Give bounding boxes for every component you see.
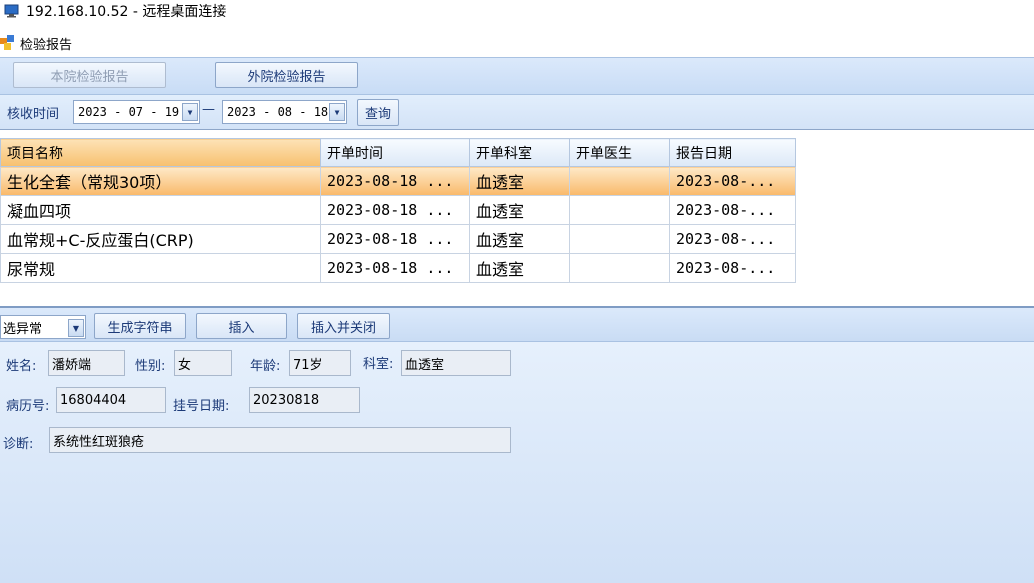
gender-label: 性别: (135, 359, 166, 374)
cell-order-doctor (569, 195, 670, 225)
gender-field[interactable]: 女 (174, 350, 232, 376)
cell-report-date: 2023-08-... (669, 224, 796, 254)
end-date-value: 2023 - 08 - 18 (227, 105, 329, 119)
name-label: 姓名: (6, 359, 37, 374)
cell-item-name: 尿常规 (0, 253, 321, 283)
query-button[interactable]: 查询 (357, 99, 399, 126)
results-grid: 项目名称 开单时间 开单科室 开单医生 报告日期 生化全套（常规30项） 202… (0, 138, 796, 283)
age-label: 年龄: (250, 359, 281, 374)
column-header-item-name[interactable]: 项目名称 (0, 138, 321, 167)
patient-info-panel: 姓名: 潘娇端 性别: 女 年龄: 71岁 科室: 血透室 病历号: 16804… (0, 342, 1034, 583)
start-date-value: 2023 - 07 - 19 (78, 105, 180, 119)
grid-header-row: 项目名称 开单时间 开单科室 开单医生 报告日期 (0, 138, 796, 167)
diagnosis-label: 诊断: (3, 437, 34, 452)
cell-order-time: 2023-08-18 ... (320, 224, 470, 254)
date-separator: — (202, 102, 215, 117)
dept-label: 科室: (363, 357, 394, 372)
cell-order-dept: 血透室 (469, 224, 570, 254)
start-date-picker[interactable]: 2023 - 07 - 19 ▼ (73, 100, 200, 124)
registration-date-label: 挂号日期: (173, 399, 230, 414)
report-source-toolbar: 本院检验报告 外院检验报告 (0, 57, 1034, 95)
abnormal-filter-select[interactable]: 选异常 ▼ (0, 315, 86, 339)
column-header-order-doctor[interactable]: 开单医生 (569, 138, 670, 167)
record-number-label: 病历号: (6, 399, 50, 414)
column-header-order-dept[interactable]: 开单科室 (469, 138, 570, 167)
rdp-title: 192.168.10.52 - 远程桌面连接 (26, 4, 227, 20)
cell-order-doctor (569, 253, 670, 283)
table-row[interactable]: 凝血四项 2023-08-18 ... 血透室 2023-08-... (0, 195, 796, 225)
cell-item-name: 凝血四项 (0, 195, 321, 225)
table-row[interactable]: 生化全套（常规30项） 2023-08-18 ... 血透室 2023-08-.… (0, 166, 796, 196)
cell-order-time: 2023-08-18 ... (320, 195, 470, 225)
cell-order-dept: 血透室 (469, 253, 570, 283)
record-number-field[interactable]: 16804404 (56, 387, 166, 413)
date-filter-bar: 核收时间 2023 - 07 - 19 ▼ — 2023 - 08 - 18 ▼… (0, 95, 1034, 129)
insert-button[interactable]: 插入 (196, 313, 287, 339)
abnormal-filter-value: 选异常 (3, 321, 43, 337)
cell-order-doctor (569, 224, 670, 254)
cell-order-time: 2023-08-18 ... (320, 166, 470, 196)
table-row[interactable]: 尿常规 2023-08-18 ... 血透室 2023-08-... (0, 253, 796, 283)
chevron-down-icon[interactable]: ▼ (68, 319, 84, 337)
cell-order-dept: 血透室 (469, 166, 570, 196)
registration-date-field[interactable]: 20230818 (249, 387, 360, 413)
end-date-picker[interactable]: 2023 - 08 - 18 ▼ (222, 100, 347, 124)
window-title: 检验报告 (20, 37, 73, 53)
column-header-order-time[interactable]: 开单时间 (320, 138, 470, 167)
generate-string-button[interactable]: 生成字符串 (94, 313, 186, 339)
window-titlebar: 检验报告 (0, 30, 1034, 56)
cell-report-date: 2023-08-... (669, 253, 796, 283)
name-field[interactable]: 潘娇端 (48, 350, 125, 376)
results-grid-area: 项目名称 开单时间 开单科室 开单医生 报告日期 生化全套（常规30项） 202… (0, 129, 1034, 306)
action-bar: 选异常 ▼ 生成字符串 插入 插入并关闭 (0, 306, 1034, 342)
cell-item-name: 血常规+C-反应蛋白(CRP) (0, 224, 321, 254)
cell-order-dept: 血透室 (469, 195, 570, 225)
age-field[interactable]: 71岁 (289, 350, 351, 376)
report-app-icon (0, 35, 14, 50)
cell-order-doctor (569, 166, 670, 196)
remote-desktop-icon (4, 4, 19, 18)
table-row[interactable]: 血常规+C-反应蛋白(CRP) 2023-08-18 ... 血透室 2023-… (0, 224, 796, 254)
chevron-down-icon[interactable]: ▼ (182, 103, 198, 121)
cell-order-time: 2023-08-18 ... (320, 253, 470, 283)
column-header-report-date[interactable]: 报告日期 (669, 138, 796, 167)
receive-time-label: 核收时间 (7, 107, 60, 122)
cell-item-name: 生化全套（常规30项） (0, 166, 321, 196)
external-report-button[interactable]: 外院检验报告 (215, 62, 358, 88)
diagnosis-field[interactable]: 系统性红斑狼疮 (49, 427, 511, 453)
insert-and-close-button[interactable]: 插入并关闭 (297, 313, 390, 339)
rdp-titlebar: 192.168.10.52 - 远程桌面连接 (0, 0, 1034, 22)
internal-report-button[interactable]: 本院检验报告 (13, 62, 166, 88)
cell-report-date: 2023-08-... (669, 166, 796, 196)
chevron-down-icon[interactable]: ▼ (329, 103, 345, 121)
dept-field[interactable]: 血透室 (401, 350, 511, 376)
cell-report-date: 2023-08-... (669, 195, 796, 225)
